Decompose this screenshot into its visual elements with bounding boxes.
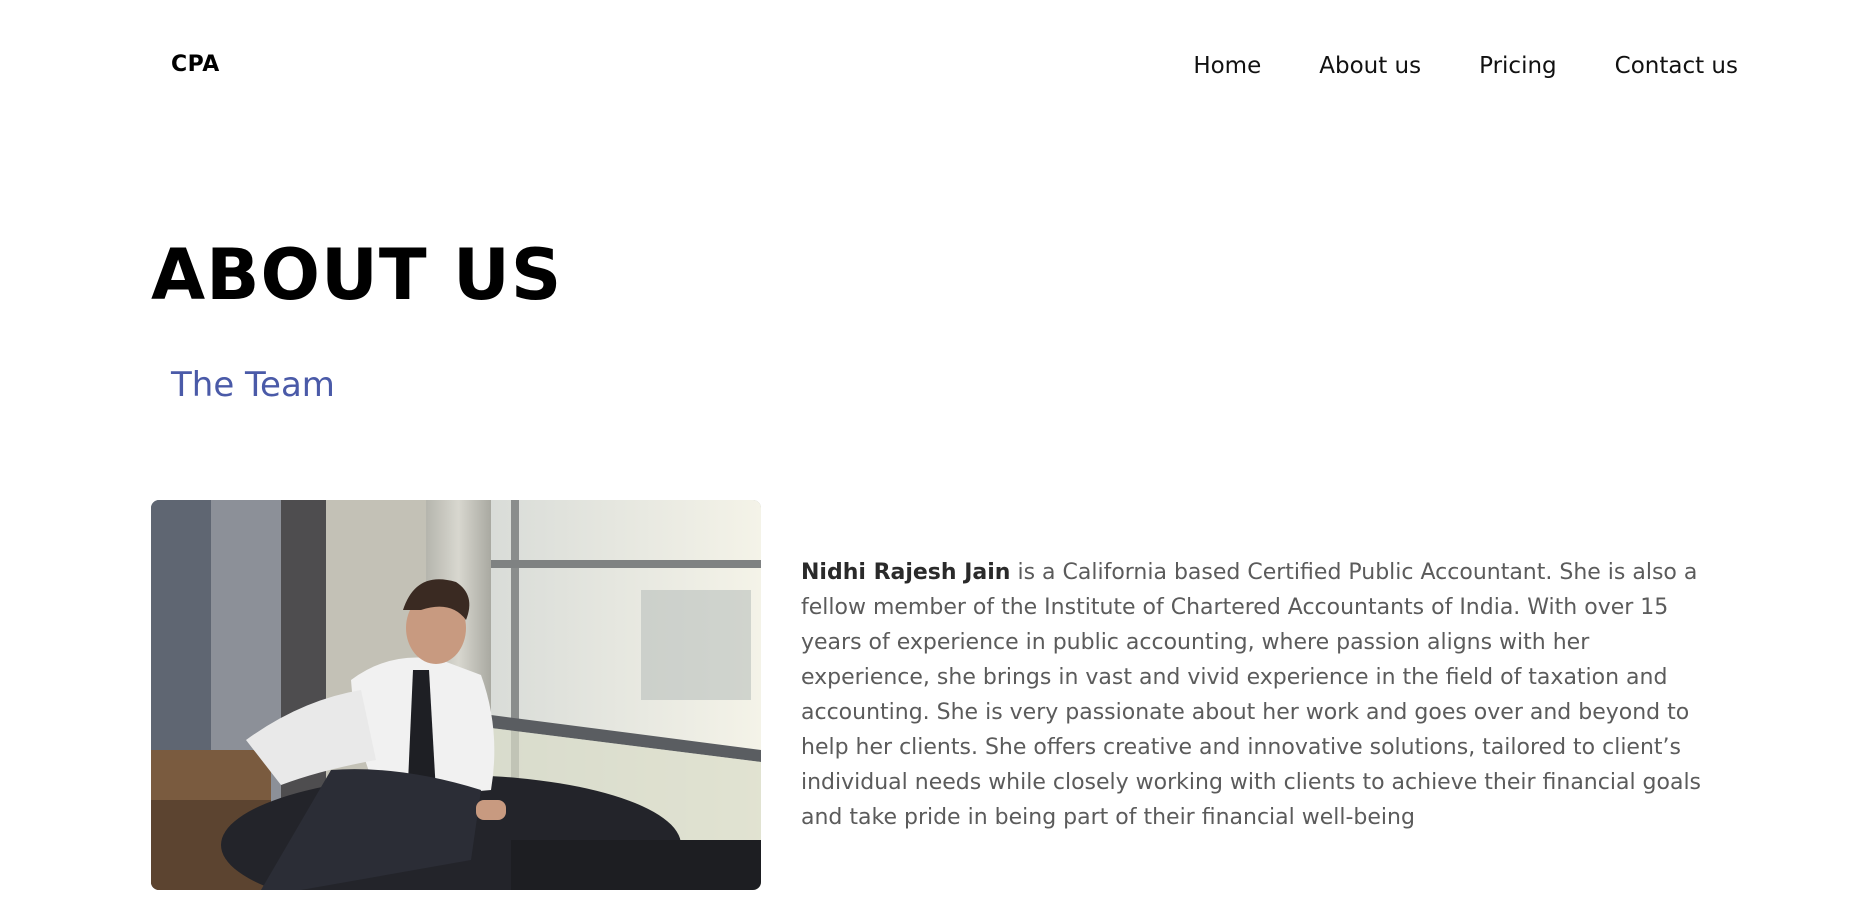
nav-about-link[interactable]: About us — [1319, 53, 1421, 79]
page-title: ABOUT US — [151, 234, 563, 316]
team-member-photo — [151, 500, 761, 890]
nav-home-link[interactable]: Home — [1193, 53, 1261, 79]
team-member-bio-text: is a California based Certified Public A… — [801, 560, 1702, 830]
main-nav: Home About us Pricing Contact us — [1135, 53, 1738, 79]
nav-pricing-link[interactable]: Pricing — [1479, 53, 1557, 79]
nav-contact-link[interactable]: Contact us — [1615, 53, 1738, 79]
site-logo[interactable]: CPA — [171, 52, 220, 77]
team-member-bio: Nidhi Rajesh Jain is a California based … — [801, 555, 1723, 835]
section-title: The Team — [171, 365, 335, 405]
team-member-name: Nidhi Rajesh Jain — [801, 560, 1011, 585]
site-header: CPA Home About us Pricing Contact us — [0, 0, 1874, 120]
